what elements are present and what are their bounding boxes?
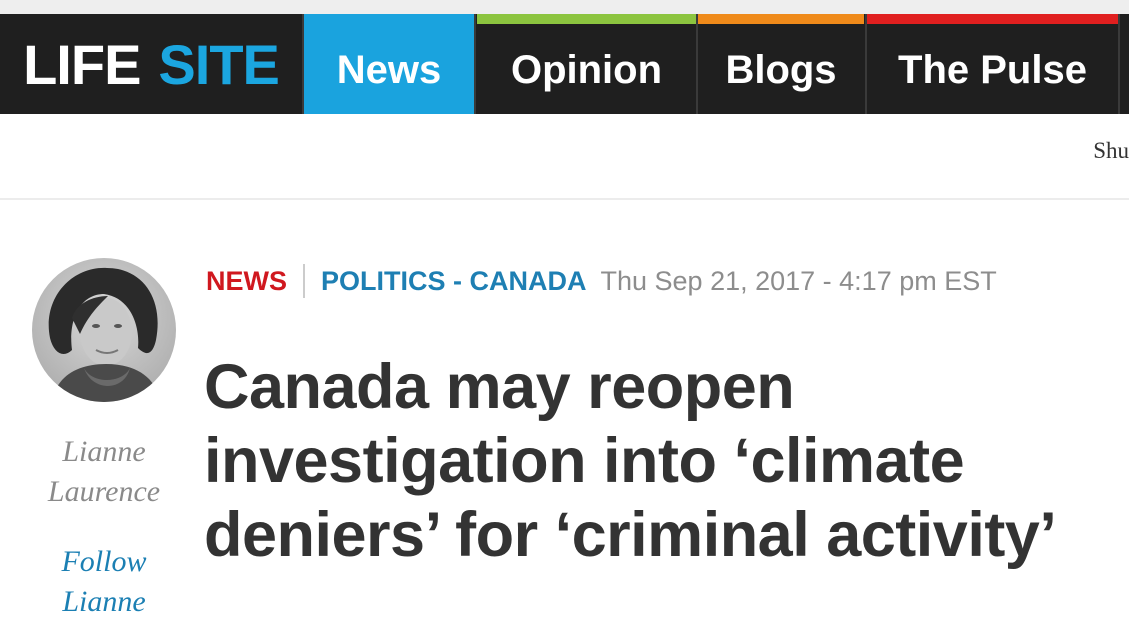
- author-photo: [32, 258, 176, 402]
- publish-date: Thu Sep 21, 2017 - 4:17 pm EST: [600, 265, 997, 296]
- nav-tab-news-label: News: [336, 47, 442, 92]
- top-strip: [0, 0, 1129, 14]
- follow-link-line1: Follow: [61, 545, 147, 578]
- nav-tab-blogs[interactable]: Blogs: [698, 14, 864, 114]
- follow-link-line2: Lianne: [62, 585, 146, 618]
- nav-tab-opinion[interactable]: Opinion: [477, 14, 696, 114]
- secondary-bar: Shu: [0, 114, 1129, 200]
- nav-tab-the-pulse[interactable]: The Pulse: [867, 14, 1118, 114]
- nav-tab-news[interactable]: News: [304, 14, 474, 114]
- nav-tab-the-pulse-label: The Pulse: [898, 47, 1087, 92]
- subcategory-link[interactable]: POLITICS - CANADA: [321, 266, 587, 297]
- author-first-name: Lianne: [62, 435, 146, 468]
- nav-divider: [1118, 14, 1120, 114]
- category-link[interactable]: NEWS: [206, 266, 287, 297]
- nav-tab-blogs-label: Blogs: [725, 47, 837, 92]
- follow-author-link[interactable]: Follow Lianne: [18, 542, 190, 622]
- logo-site-text: SITE: [158, 32, 279, 96]
- secondary-bar-text[interactable]: Shu: [1093, 138, 1129, 164]
- nav-divider: [474, 14, 476, 114]
- meta-divider: [303, 264, 305, 298]
- main-navigation: LIFE SITE News Opinion Blogs The Pulse: [0, 14, 1129, 114]
- author-avatar[interactable]: [32, 258, 176, 402]
- author-name: Lianne Laurence: [18, 432, 190, 512]
- logo-life-text: LIFE: [23, 32, 141, 96]
- headline-line-2: investigation into ‘climate: [204, 426, 965, 496]
- article-meta: NEWS POLITICS - CANADA Thu Sep 21, 2017 …: [206, 262, 997, 300]
- nav-tab-opinion-label: Opinion: [510, 47, 663, 92]
- headline-line-3: deniers’ for ‘criminal activity’: [204, 500, 1057, 570]
- author-last-name: Laurence: [47, 475, 161, 508]
- headline-line-1: Canada may reopen: [204, 352, 795, 422]
- site-logo[interactable]: LIFE SITE: [0, 14, 302, 114]
- article-headline: Canada may reopen investigation into ‘cl…: [204, 350, 1124, 572]
